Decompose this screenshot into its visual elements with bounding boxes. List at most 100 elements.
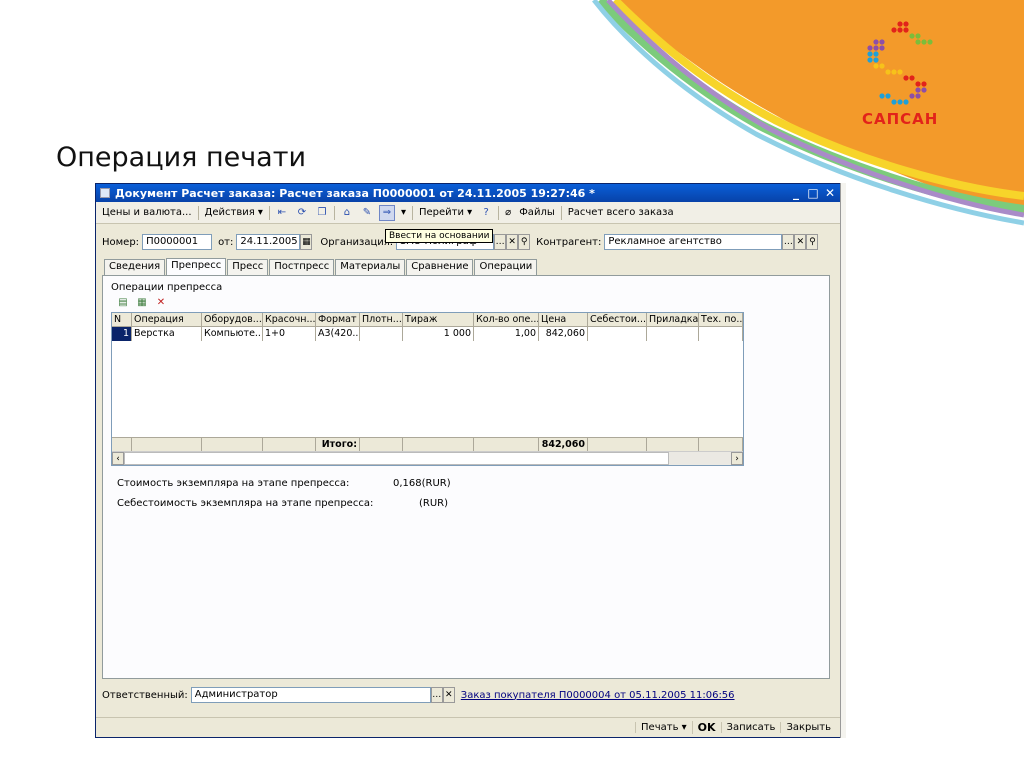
toolbar-separator — [268, 205, 270, 220]
help-icon[interactable]: ? — [478, 205, 494, 221]
window-titlebar[interactable]: Документ Расчет заказа: Расчет заказа П0… — [96, 184, 840, 202]
tab-info[interactable]: Сведения — [104, 259, 166, 275]
column-header[interactable]: Приладка — [647, 313, 699, 326]
calc-all-order-button[interactable]: Расчет всего заказа — [564, 207, 678, 218]
footer-cell — [112, 438, 132, 451]
tab-materials[interactable]: Материалы — [335, 259, 406, 275]
tab-prepress[interactable]: Препресс — [166, 258, 227, 276]
column-header[interactable]: Красочн... — [263, 313, 316, 326]
minimize-button[interactable]: _ — [789, 186, 803, 200]
toolbar-separator — [197, 205, 199, 220]
close-button[interactable]: Закрыть — [780, 722, 836, 733]
bottom-button-bar: Печать ▾ OK Записать Закрыть — [96, 717, 840, 737]
table-cell[interactable]: Компьюте... — [202, 327, 263, 341]
chevron-down-icon[interactable]: ▾ — [397, 207, 410, 218]
contractor-label: Контрагент: — [536, 236, 602, 248]
tab-press[interactable]: Пресс — [227, 259, 269, 275]
tab-comparison[interactable]: Сравнение — [406, 259, 474, 275]
tab-postpress[interactable]: Постпресс — [269, 259, 335, 275]
footer-cell — [647, 438, 699, 451]
copy-document-icon[interactable]: ❐ — [314, 205, 330, 221]
date-field[interactable]: 24.11.2005 19:27 — [236, 234, 301, 250]
scroll-left-icon[interactable]: ‹ — [112, 452, 124, 465]
column-header[interactable]: Формат — [316, 313, 360, 326]
add-row-icon[interactable]: ▤ — [115, 296, 131, 310]
select-ellipsis-button[interactable]: … — [782, 234, 795, 250]
selfcost-label: Себестоимость экземпляра на этапе препре… — [117, 498, 374, 509]
footer-fields: Ответственный: Администратор … ✕ Заказ п… — [102, 686, 834, 704]
scroll-right-icon[interactable]: › — [731, 452, 743, 465]
table-cell[interactable]: А3(420... — [316, 327, 360, 341]
horizontal-scrollbar[interactable]: ‹ › — [112, 451, 743, 465]
column-header[interactable]: Себестои... — [588, 313, 647, 326]
window-title: Документ Расчет заказа: Расчет заказа П0… — [115, 186, 595, 200]
select-ellipsis-button[interactable]: … — [494, 234, 507, 250]
paperclip-icon[interactable]: ⌀ — [501, 207, 515, 218]
search-icon[interactable]: ⚲ — [518, 234, 531, 250]
delete-row-icon[interactable]: ✕ — [153, 296, 169, 310]
table-cell[interactable] — [588, 327, 647, 341]
column-header[interactable]: Операция — [132, 313, 202, 326]
column-header[interactable]: Кол-во опе... — [474, 313, 539, 326]
selfcost-value: (RUR) — [419, 498, 449, 509]
search-icon[interactable]: ⚲ — [806, 234, 819, 250]
footer-cell — [263, 438, 316, 451]
save-button[interactable]: Записать — [720, 722, 781, 733]
post-document-icon[interactable]: ⇤ — [274, 205, 290, 221]
panel-title: Операции препресса — [111, 282, 223, 293]
refresh-icon[interactable]: ⟳ — [294, 205, 310, 221]
table-footer: Итого: 842,060 — [112, 437, 743, 451]
clear-icon[interactable]: ✕ — [506, 234, 519, 250]
footer-cell — [588, 438, 647, 451]
operations-table: N Операция Оборудов... Красочн... Формат… — [111, 312, 744, 466]
tab-operations[interactable]: Операции — [474, 259, 538, 275]
table-cell[interactable]: 1 000 — [403, 327, 474, 341]
column-header[interactable]: N — [112, 313, 132, 326]
column-header[interactable]: Цена — [539, 313, 588, 326]
edit-document-icon[interactable]: ✎ — [359, 205, 375, 221]
total-label: Итого: — [316, 438, 360, 451]
panel-tools: ▤ ▦ ✕ — [115, 296, 172, 310]
ok-button[interactable]: OK — [691, 721, 721, 734]
column-header[interactable]: Оборудов... — [202, 313, 263, 326]
files-button[interactable]: Файлы — [515, 207, 559, 218]
table-cell[interactable]: 842,060 — [539, 327, 588, 341]
footer-cell — [360, 438, 403, 451]
responsible-label: Ответственный: — [102, 689, 188, 701]
table-cell[interactable] — [647, 327, 699, 341]
prices-currency-button[interactable]: Цены и валюта... — [98, 207, 196, 218]
column-header[interactable]: Тираж — [403, 313, 474, 326]
table-cell[interactable] — [360, 327, 403, 341]
maximize-button[interactable]: □ — [806, 186, 820, 200]
logo-text: САПСАН — [862, 110, 939, 128]
goto-menu-button[interactable]: Перейти ▾ — [415, 207, 476, 218]
toolbar-separator — [411, 205, 413, 220]
scroll-thumb[interactable] — [124, 452, 669, 465]
slide: САПСАН Операция печати Документ Расчет з… — [0, 0, 1024, 768]
table-cell[interactable]: Верстка — [132, 327, 202, 341]
enter-based-on-icon[interactable]: ⇒ — [378, 204, 395, 221]
table-cell[interactable] — [699, 327, 743, 341]
row-number-cell[interactable]: 1 — [112, 327, 132, 341]
toolbar: Цены и валюта... Действия ▾ ⇤ ⟳ ❐ ⌂ ✎ ⇒ … — [96, 202, 840, 224]
order-link[interactable]: Заказ покупателя П0000004 от 05.11.2005 … — [461, 690, 735, 701]
table-cell[interactable]: 1+0 — [263, 327, 316, 341]
close-window-button[interactable]: ✕ — [823, 186, 837, 200]
toolbar-separator — [333, 205, 335, 220]
actions-menu-button[interactable]: Действия ▾ — [201, 207, 267, 218]
column-header[interactable]: Плотн... — [360, 313, 403, 326]
clear-icon[interactable]: ✕ — [442, 687, 455, 703]
select-ellipsis-button[interactable]: … — [430, 687, 443, 703]
print-button[interactable]: Печать ▾ — [635, 722, 692, 733]
edit-row-icon[interactable]: ▦ — [134, 296, 150, 310]
table-cell[interactable]: 1,00 — [474, 327, 539, 341]
calendar-icon[interactable]: ▦ — [300, 234, 313, 250]
contractor-field[interactable]: Рекламное агентство — [604, 234, 783, 250]
structure-icon[interactable]: ⌂ — [339, 205, 355, 221]
total-value: 842,060 — [539, 438, 588, 451]
clear-icon[interactable]: ✕ — [794, 234, 807, 250]
number-field[interactable]: П0000001 — [142, 234, 213, 250]
responsible-field[interactable]: Администратор — [190, 687, 431, 703]
table-row[interactable]: 1 Верстка Компьюте... 1+0 А3(420... 1 00… — [112, 327, 743, 341]
column-header[interactable]: Тех. по... — [699, 313, 743, 326]
